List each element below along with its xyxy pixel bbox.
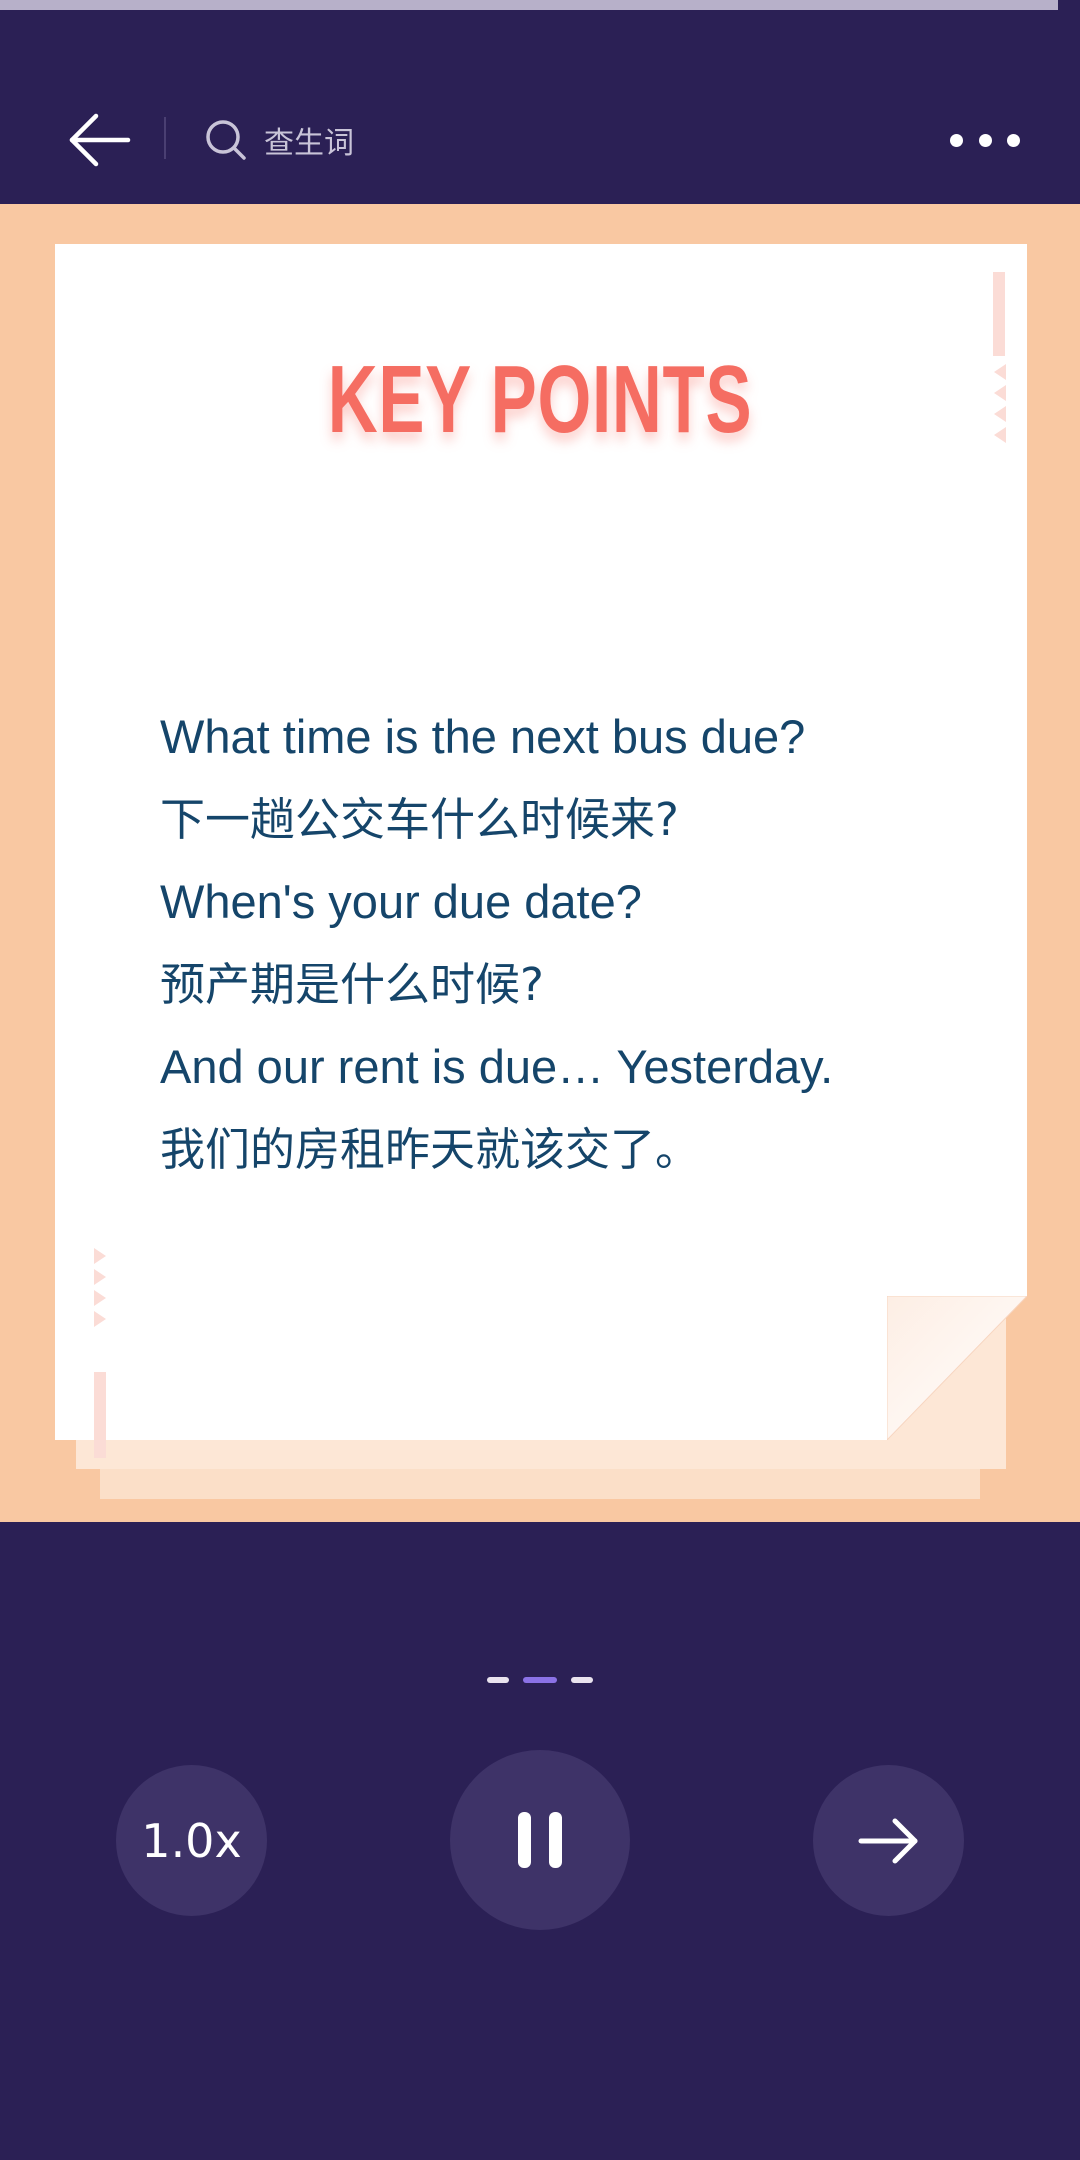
- more-options-button[interactable]: [950, 120, 1020, 160]
- playback-progress-bar[interactable]: [0, 0, 1080, 10]
- playback-progress-fill: [0, 0, 1059, 10]
- chinese-translation-line[interactable]: 下一趟公交车什么时候来?: [160, 779, 1020, 862]
- search-label: 查生词: [264, 126, 354, 161]
- page-curl-decoration: [887, 1296, 1027, 1440]
- pause-icon: [518, 1812, 562, 1868]
- arrow-left-icon: [69, 113, 131, 167]
- english-sentence-line[interactable]: What time is the next bus due?: [160, 696, 1020, 779]
- pause-button[interactable]: [450, 1750, 630, 1930]
- arrow-right-icon: [858, 1818, 917, 1863]
- search-icon: [206, 120, 246, 160]
- card-title: KEY POINTS: [327, 346, 753, 453]
- decorative-triangles: [994, 364, 1006, 443]
- decorative-bar: [94, 1372, 106, 1458]
- key-points-text: What time is the next bus due? 下一趟公交车什么时候…: [160, 696, 1020, 1191]
- decorative-triangles: [94, 1248, 106, 1327]
- speed-label: 1.0x: [141, 1813, 242, 1868]
- vocabulary-search-button[interactable]: 查生词: [204, 114, 354, 166]
- card-pager: [0, 1676, 1080, 1684]
- back-button[interactable]: [66, 110, 136, 170]
- top-bar: 查生词: [0, 70, 1080, 204]
- pager-dot-active: [523, 1677, 557, 1683]
- topbar-divider: [164, 117, 166, 159]
- chinese-translation-line[interactable]: 我们的房租昨天就该交了。: [160, 1109, 1020, 1192]
- decorative-bar: [993, 272, 1005, 356]
- next-button[interactable]: [813, 1765, 964, 1916]
- more-dot: [1007, 133, 1020, 147]
- more-horizontal-icon: [950, 133, 963, 147]
- playback-speed-button[interactable]: 1.0x: [116, 1765, 267, 1916]
- pager-dot: [571, 1677, 593, 1683]
- chinese-translation-line[interactable]: 预产期是什么时候?: [160, 944, 1020, 1027]
- english-sentence-line[interactable]: And our rent is due… Yesterday.: [160, 1026, 1020, 1109]
- more-dot: [978, 133, 992, 147]
- pager-dot: [487, 1677, 509, 1683]
- english-sentence-line[interactable]: When's your due date?: [160, 861, 1020, 944]
